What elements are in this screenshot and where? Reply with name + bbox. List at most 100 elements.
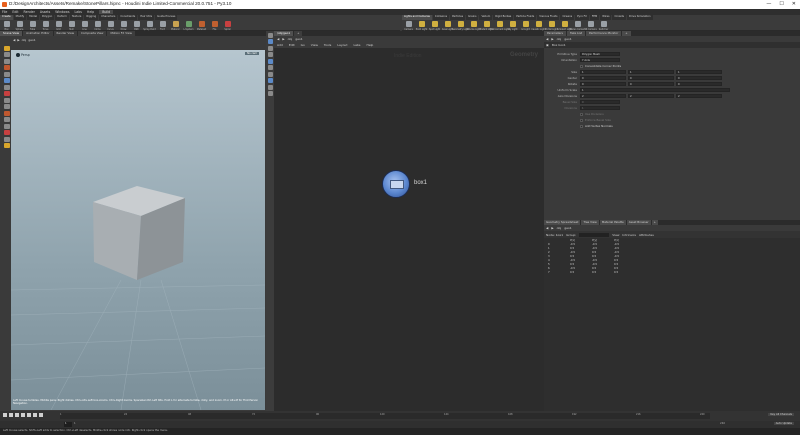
view-menu[interactable]: View bbox=[612, 233, 619, 237]
view-label[interactable]: Persp bbox=[21, 53, 30, 57]
view-tool-icon[interactable] bbox=[3, 52, 10, 57]
net-menu-go[interactable]: Go bbox=[301, 43, 305, 47]
magnet-tool-icon[interactable] bbox=[3, 104, 10, 109]
record-tool-icon[interactable] bbox=[3, 130, 10, 135]
stop-icon[interactable] bbox=[21, 413, 25, 417]
shelf-tool-grid[interactable]: Grid bbox=[54, 21, 63, 31]
menu-assets[interactable]: Assets bbox=[40, 10, 50, 14]
snap-tool-icon[interactable] bbox=[3, 110, 10, 116]
display-ghost-icon[interactable] bbox=[267, 58, 273, 64]
shelf-tab-drive-simulation[interactable]: Drive Simulation bbox=[627, 15, 653, 20]
path-geo[interactable]: geo1 bbox=[564, 226, 572, 230]
maximize-button[interactable]: ☐ bbox=[779, 1, 783, 7]
shelf-tab-hair-utils[interactable]: Hair Utils bbox=[138, 15, 155, 20]
shelf-tool-metaball[interactable]: Metaball bbox=[197, 21, 206, 31]
pose-tool-icon[interactable] bbox=[3, 84, 10, 90]
shelf-tool-spiral[interactable]: Spiral bbox=[223, 21, 232, 31]
intrinsics-toggle[interactable]: Intrinsics bbox=[622, 233, 636, 237]
back-arrow-icon[interactable]: ◀ bbox=[546, 226, 548, 230]
shelf-tab-pyro-fx[interactable]: Pyro FX bbox=[575, 15, 589, 20]
menu-edit[interactable]: Edit bbox=[12, 10, 18, 14]
display-grid-icon[interactable] bbox=[267, 84, 273, 90]
back-arrow-icon[interactable]: ◀ bbox=[546, 37, 548, 41]
shelf-tool-caustic-light[interactable]: Caustic Light bbox=[531, 21, 546, 31]
shelf-tool-area-light[interactable]: Area Light bbox=[442, 21, 453, 31]
brush-tool-icon[interactable] bbox=[3, 91, 10, 96]
display-shadow-icon[interactable] bbox=[267, 71, 273, 77]
current-frame-field[interactable]: 1 bbox=[64, 422, 72, 427]
param-field-1[interactable]: 0 bbox=[628, 76, 674, 80]
shelf-tool-platonic[interactable]: Platonic bbox=[171, 21, 180, 31]
display-bg-icon[interactable] bbox=[267, 78, 273, 83]
light-tool-icon[interactable] bbox=[3, 143, 10, 148]
shelf-tab-rigid-bodies[interactable]: Rigid Bodies bbox=[493, 15, 514, 20]
shelf-tab-vellum[interactable]: Vellum bbox=[479, 15, 493, 20]
forward-arrow-icon[interactable]: ▶ bbox=[551, 37, 553, 41]
jump-start-icon[interactable] bbox=[3, 413, 7, 417]
net-menu-view[interactable]: View bbox=[311, 43, 318, 47]
param-checkbox[interactable] bbox=[580, 112, 583, 116]
shelf-tool-environment-light[interactable]: Environment Light bbox=[489, 21, 510, 31]
param-field-0[interactable]: Polygon Mesh bbox=[580, 52, 620, 56]
shelf-tool-l-system[interactable]: L-System bbox=[183, 21, 194, 31]
shelf-tool-stereo-camera[interactable]: Stereo Camera bbox=[569, 21, 586, 31]
shelf-tab-guide-process[interactable]: Guide Process bbox=[155, 15, 178, 20]
rotate-tool-icon[interactable] bbox=[3, 65, 10, 70]
measure-tool-icon[interactable] bbox=[3, 117, 10, 122]
minimize-button[interactable]: — bbox=[766, 1, 771, 7]
net-menu-help[interactable]: Help bbox=[367, 43, 374, 47]
shelf-tool-tube[interactable]: Tube bbox=[28, 21, 37, 31]
camera-tool-icon[interactable] bbox=[3, 136, 10, 142]
shelf-tool-curve[interactable]: Curve bbox=[106, 21, 115, 31]
display-shaded-icon[interactable] bbox=[267, 52, 273, 57]
shelf-tool-path[interactable]: Path bbox=[132, 21, 141, 31]
spreadsheet-table[interactable]: P[x] P[y] P[z] 0 -0.5 -0.5 -0.5 1 0.5 -0.5 -0.5 2-… bbox=[544, 238, 800, 411]
param-field-2[interactable]: 0 bbox=[676, 82, 722, 86]
back-arrow-icon[interactable]: ◀ bbox=[13, 38, 15, 42]
3d-viewport[interactable]: Persp No cam Left mouse tumbles. Middle … bbox=[11, 50, 265, 410]
param-field-1[interactable]: 0 bbox=[628, 82, 674, 86]
shelf-tool-portal-light[interactable]: Portal Light bbox=[545, 21, 558, 31]
shelf-tool-file[interactable]: File bbox=[210, 21, 219, 31]
net-menu-tools[interactable]: Tools bbox=[324, 43, 331, 47]
shelf-tab-create[interactable]: Create bbox=[0, 15, 13, 20]
jump-end-icon[interactable] bbox=[39, 413, 43, 417]
shelf-tab-modify[interactable]: Modify bbox=[13, 15, 27, 20]
shelf-tab-characters[interactable]: Characters bbox=[99, 15, 118, 20]
param-field-0[interactable]: 1 bbox=[580, 106, 620, 110]
menu-windows[interactable]: Windows bbox=[55, 10, 69, 14]
table-row[interactable]: 7 0.5 0.5 0.5 bbox=[547, 270, 635, 274]
scale-tool-icon[interactable] bbox=[3, 71, 10, 77]
tab-asset-browser[interactable]: Asset Browser bbox=[626, 220, 651, 225]
param-field-0[interactable]: 2 bbox=[580, 94, 626, 98]
param-field-0[interactable]: 1 bbox=[580, 88, 730, 92]
shelf-tool-circle[interactable]: Circle bbox=[93, 21, 102, 31]
shelf-tool-draw[interactable]: Draw bbox=[119, 21, 128, 31]
shelf-tab-polygon[interactable]: Polygon bbox=[40, 15, 55, 20]
step-back-icon[interactable] bbox=[9, 413, 13, 417]
path-obj[interactable]: obj bbox=[22, 38, 27, 42]
menu-render[interactable]: Render bbox=[24, 10, 35, 14]
param-field-2[interactable]: 2 bbox=[676, 94, 722, 98]
shelf-tool-vr-camera[interactable]: VR Camera bbox=[584, 21, 597, 31]
shelf-tab-lights-and-cameras[interactable]: Lights and Cameras bbox=[402, 15, 432, 20]
shelf-tool-torus[interactable]: Torus bbox=[41, 21, 50, 31]
shelf-tab-constraints[interactable]: Constraints bbox=[118, 15, 138, 20]
tab-tree-view[interactable]: Tree View bbox=[581, 220, 599, 225]
play-reverse-icon[interactable] bbox=[15, 413, 19, 417]
attributes-menu[interactable]: Attributes bbox=[639, 233, 654, 237]
shelf-tab-deform[interactable]: Deform bbox=[55, 15, 69, 20]
shelf-tab-particles[interactable]: Particles bbox=[450, 15, 466, 20]
tab-material-palette[interactable]: Material Palette bbox=[599, 220, 626, 225]
param-field-2[interactable]: 0 bbox=[676, 76, 722, 80]
shelf-tab-grains[interactable]: Grains bbox=[466, 15, 479, 20]
forward-arrow-icon[interactable]: ▶ bbox=[282, 37, 284, 41]
shelf-tab-oceans[interactable]: Oceans bbox=[560, 15, 575, 20]
end-frame-field[interactable]: 240 bbox=[720, 422, 725, 425]
shelf-tab-collisions[interactable]: Collisions bbox=[432, 15, 450, 20]
network-canvas[interactable]: Indie Edition Geometry box1 bbox=[274, 48, 544, 411]
shelf-tab-wires[interactable]: Wires bbox=[600, 15, 612, 20]
menu-file[interactable]: File bbox=[2, 10, 7, 14]
add-tab-button[interactable]: + bbox=[622, 31, 631, 36]
handle-tool-icon[interactable] bbox=[3, 78, 10, 83]
